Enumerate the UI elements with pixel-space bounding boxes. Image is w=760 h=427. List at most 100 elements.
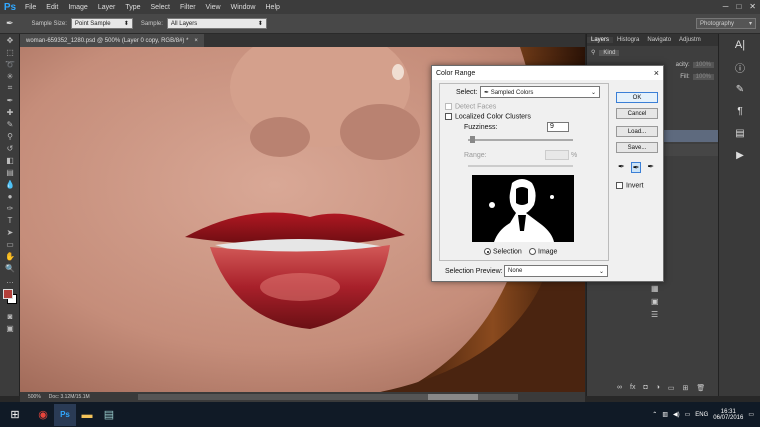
range-input[interactable] — [545, 150, 569, 160]
fill-field[interactable]: 100% — [692, 74, 714, 80]
notes-panel-icon[interactable]: ▤ — [719, 122, 760, 144]
history-brush-icon[interactable]: ↺ — [0, 142, 20, 154]
file-explorer-icon[interactable]: ▬ — [76, 404, 98, 426]
move-tool-icon[interactable]: ✥ — [0, 34, 20, 46]
language-indicator[interactable]: ENG — [695, 412, 708, 418]
paragraph-panel-icon[interactable]: ¶ — [719, 100, 760, 122]
menu-view[interactable]: View — [201, 4, 226, 11]
layer-thumb-icon[interactable]: ▦ — [651, 284, 659, 293]
zoom-level[interactable]: 500% — [28, 394, 41, 400]
marquee-tool-icon[interactable]: ⬚ — [0, 46, 20, 58]
chrome-icon[interactable]: ◉ — [32, 404, 54, 426]
tab-adjustments[interactable]: Adjustm — [675, 37, 705, 43]
detect-faces-checkbox[interactable]: Detect Faces — [445, 103, 496, 110]
maximize-button[interactable]: □ — [736, 2, 741, 11]
screen-mode-icon[interactable]: ▣ — [0, 322, 20, 334]
localized-clusters-checkbox[interactable]: Localized Color Clusters — [445, 113, 531, 120]
menu-type[interactable]: Type — [120, 4, 145, 11]
tab-histogram[interactable]: Histogra — [613, 37, 643, 43]
info-panel-icon[interactable]: ⓘ — [719, 56, 760, 78]
color-swatches[interactable] — [0, 286, 19, 310]
brush-tool-icon[interactable]: ✎ — [0, 118, 20, 130]
app-icon[interactable]: ▤ — [98, 404, 120, 426]
shape-tool-icon[interactable]: ▭ — [0, 238, 20, 250]
character-panel-icon[interactable]: A| — [719, 34, 760, 56]
menu-edit[interactable]: Edit — [41, 4, 63, 11]
menu-select[interactable]: Select — [146, 4, 175, 11]
clock-date[interactable]: 06/07/2016 — [713, 415, 743, 421]
network-icon[interactable]: ▥ — [662, 411, 668, 418]
eyedropper-tool-icon[interactable]: ✒ — [6, 18, 14, 29]
path-selection-icon[interactable]: ➤ — [0, 226, 20, 238]
eyedropper-subtract-icon[interactable]: ✒ — [647, 162, 654, 173]
select-dropdown[interactable]: ✒ Sampled Colors ⌄ — [480, 86, 600, 98]
volume-icon[interactable]: ◀) — [673, 411, 680, 418]
menu-layer[interactable]: Layer — [93, 4, 121, 11]
pen-tool-icon[interactable]: ✑ — [0, 202, 20, 214]
hand-tool-icon[interactable]: ✋ — [0, 250, 20, 262]
brush-panel-icon[interactable]: ✎ — [719, 78, 760, 100]
lasso-tool-icon[interactable]: ➰ — [0, 58, 20, 70]
quick-mask-icon[interactable]: ◙ — [0, 310, 20, 322]
magic-wand-tool-icon[interactable]: ✳ — [0, 70, 20, 82]
horizontal-scrollbar[interactable] — [137, 394, 518, 400]
eyedropper-sample-icon[interactable]: ✒ — [618, 162, 625, 173]
minimize-button[interactable]: ─ — [723, 2, 729, 11]
eyedropper-icon[interactable]: ✒ — [0, 94, 20, 106]
ok-button[interactable]: OK — [616, 92, 658, 103]
new-layer-icon[interactable]: ⊞ — [683, 384, 689, 392]
menu-file[interactable]: File — [20, 4, 41, 11]
crop-tool-icon[interactable]: ⌗ — [0, 82, 20, 94]
layer-adjust-icon[interactable]: ☰ — [651, 310, 659, 319]
healing-brush-icon[interactable]: ✚ — [0, 106, 20, 118]
menu-image[interactable]: Image — [63, 4, 92, 11]
sample-select[interactable]: All Layers ⬍ — [166, 18, 267, 29]
windows-start-icon[interactable]: ⊞ — [4, 404, 26, 426]
cancel-button[interactable]: Cancel — [616, 108, 658, 119]
dodge-tool-icon[interactable]: ● — [0, 190, 20, 202]
foreground-color-swatch[interactable] — [3, 289, 13, 299]
layer-link-icon[interactable]: ▣ — [651, 297, 659, 306]
radio-image[interactable]: Image — [529, 248, 557, 255]
clone-stamp-icon[interactable]: ⚲ — [0, 130, 20, 142]
gradient-tool-icon[interactable]: ▤ — [0, 166, 20, 178]
menu-window[interactable]: Window — [226, 4, 261, 11]
fx-icon[interactable]: fx — [630, 384, 635, 392]
menu-filter[interactable]: Filter — [175, 4, 201, 11]
trash-icon[interactable]: 🗑 — [696, 384, 705, 392]
tab-navigator[interactable]: Navigato — [643, 37, 675, 43]
kind-filter[interactable]: Kind — [599, 49, 620, 56]
menu-help[interactable]: Help — [261, 4, 285, 11]
opacity-field[interactable]: 100% — [692, 62, 714, 68]
photoshop-taskbar-icon[interactable]: Ps — [54, 403, 76, 426]
doc-info[interactable]: Doc: 3.12M/15.1M — [49, 394, 90, 400]
selection-preview-select[interactable]: None ⌄ — [504, 265, 608, 277]
eyedropper-add-icon[interactable]: ✒ — [630, 162, 642, 173]
blur-tool-icon[interactable]: 💧 — [0, 178, 20, 190]
play-action-icon[interactable]: ▶ — [719, 144, 760, 166]
link-layers-icon[interactable]: ∞ — [617, 384, 622, 392]
close-tab-icon[interactable]: × — [194, 38, 198, 44]
document-tab[interactable]: woman-659352_1280.psd @ 500% (Layer 0 co… — [20, 34, 204, 47]
zoom-tool-icon[interactable]: 🔍 — [0, 262, 20, 274]
tab-layers[interactable]: Layers — [587, 37, 614, 43]
fuzziness-input[interactable]: 9 — [547, 122, 569, 132]
group-icon[interactable]: ▭ — [668, 384, 675, 392]
close-button[interactable]: ✕ — [749, 2, 756, 11]
type-tool-icon[interactable]: T — [0, 214, 20, 226]
eraser-tool-icon[interactable]: ◧ — [0, 154, 20, 166]
dialog-close-icon[interactable]: × — [654, 68, 659, 78]
load-button[interactable]: Load... — [616, 126, 658, 137]
sample-size-select[interactable]: Point Sample ⬍ — [70, 18, 133, 29]
workspace-select[interactable]: Photography ▾ — [696, 18, 756, 29]
adjustment-icon[interactable]: ◑ — [656, 384, 660, 392]
save-button[interactable]: Save... — [616, 142, 658, 153]
notifications-icon[interactable]: ▭ — [685, 411, 691, 418]
range-slider[interactable] — [468, 165, 573, 167]
radio-selection[interactable]: Selection — [484, 248, 522, 255]
more-tools-icon[interactable]: … — [0, 274, 20, 286]
chevron-up-icon[interactable]: ⌃ — [652, 411, 657, 418]
action-center-icon[interactable]: ▭ — [748, 411, 754, 418]
mask-icon[interactable]: ◘ — [643, 384, 647, 392]
invert-checkbox[interactable]: Invert — [616, 182, 644, 189]
